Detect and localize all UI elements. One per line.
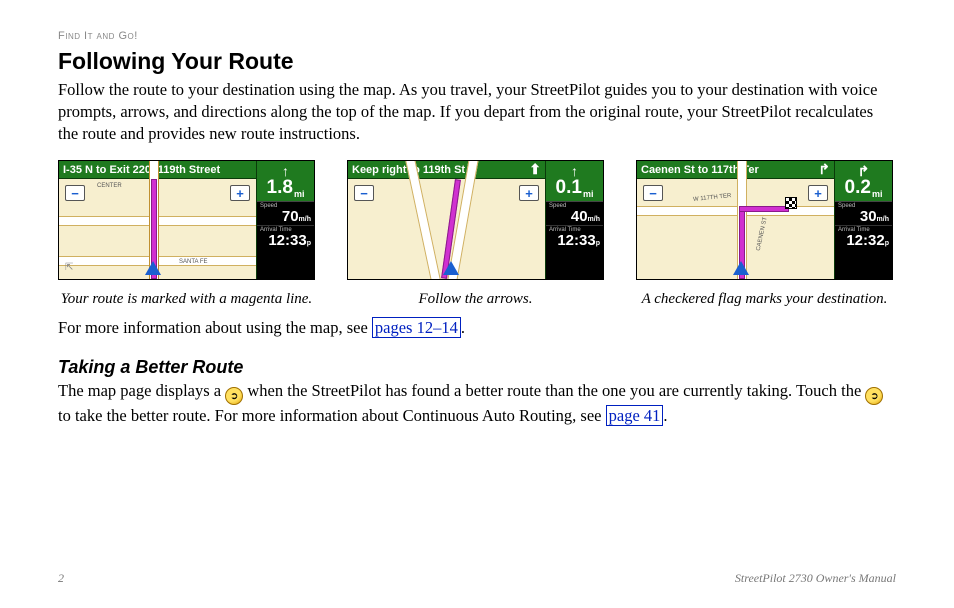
- page-number: 2: [58, 571, 64, 586]
- arrival-value: 12:33: [268, 232, 306, 249]
- zoom-out-button[interactable]: −: [643, 185, 663, 201]
- manual-title: StreetPilot 2730 Owner's Manual: [735, 571, 896, 586]
- page-footer: 2 StreetPilot 2730 Owner's Manual: [58, 571, 896, 586]
- zoom-in-button[interactable]: +: [808, 185, 828, 201]
- sub-heading: Taking a Better Route: [58, 357, 896, 378]
- maneuver-arrow-icon: ↱: [818, 161, 830, 178]
- intro-paragraph: Follow the route to your destination usi…: [58, 79, 896, 144]
- arrival-value: 12:32: [846, 232, 884, 249]
- figure-caption: A checkered flag marks your destination.: [642, 290, 888, 309]
- better-route-icon: ➲: [225, 387, 243, 405]
- gps-topbar: Keep right to 119th St ⬆: [348, 161, 545, 179]
- speed-value: 70: [282, 208, 299, 225]
- gps-screenshot-3: Caenen St to 117th Ter ↱ − + W 117TH TER…: [636, 160, 893, 280]
- zoom-in-button[interactable]: +: [230, 185, 250, 201]
- distance-panel: ↱ 0.2mi: [835, 161, 892, 201]
- map-label: SANTA FE: [179, 259, 208, 265]
- page-link-12-14[interactable]: pages 12–14: [372, 317, 461, 338]
- turn-arrow-icon: ↑: [571, 163, 578, 179]
- turn-arrow-icon: ↱: [858, 163, 870, 180]
- gps-screenshot-1: I-35 N to Exit 220: 119th Street − + CEN…: [58, 160, 315, 280]
- distance-value: 0.1: [556, 177, 582, 199]
- figure-1: I-35 N to Exit 220: 119th Street − + CEN…: [58, 160, 315, 309]
- better-route-paragraph: The map page displays a ➲ when the Stree…: [58, 380, 896, 427]
- turn-arrow-icon: ↑: [282, 163, 289, 179]
- destination-flag-icon: [785, 197, 797, 209]
- arrival-value: 12:33: [557, 232, 595, 249]
- figure-3: Caenen St to 117th Ter ↱ − + W 117TH TER…: [636, 160, 893, 309]
- compass-icon: ⇱: [65, 262, 73, 273]
- zoom-out-button[interactable]: −: [354, 185, 374, 201]
- distance-value: 1.8: [267, 177, 293, 199]
- figure-caption: Follow the arrows.: [418, 290, 532, 309]
- zoom-in-button[interactable]: +: [519, 185, 539, 201]
- distance-value: 0.2: [845, 177, 871, 199]
- page-link-41[interactable]: page 41: [606, 405, 664, 426]
- figure-2: Keep right to 119th St ⬆ − + ↑ 0.1mi Spe…: [347, 160, 604, 309]
- better-route-icon: ➲: [865, 387, 883, 405]
- page-heading: Following Your Route: [58, 48, 896, 75]
- figure-caption: Your route is marked with a magenta line…: [61, 290, 312, 309]
- map-label: CENTER: [97, 183, 122, 189]
- speed-value: 30: [860, 208, 877, 225]
- direction-text: I-35 N to Exit 220: 119th Street: [63, 164, 220, 176]
- figure-row: I-35 N to Exit 220: 119th Street − + CEN…: [58, 160, 896, 309]
- more-info-paragraph: For more information about using the map…: [58, 317, 896, 339]
- breadcrumb: Find It and Go!: [58, 30, 896, 42]
- maneuver-arrow-icon: ⬆: [529, 161, 541, 178]
- zoom-out-button[interactable]: −: [65, 185, 85, 201]
- map-label: CAENEN ST: [756, 217, 769, 252]
- gps-screenshot-2: Keep right to 119th St ⬆ − + ↑ 0.1mi Spe…: [347, 160, 604, 280]
- speed-value: 40: [571, 208, 588, 225]
- map-label: W 117TH TER: [693, 193, 732, 203]
- distance-panel: ↑ 0.1mi: [546, 161, 603, 201]
- gps-topbar: Caenen St to 117th Ter ↱: [637, 161, 834, 179]
- distance-panel: ↑ 1.8mi: [257, 161, 314, 201]
